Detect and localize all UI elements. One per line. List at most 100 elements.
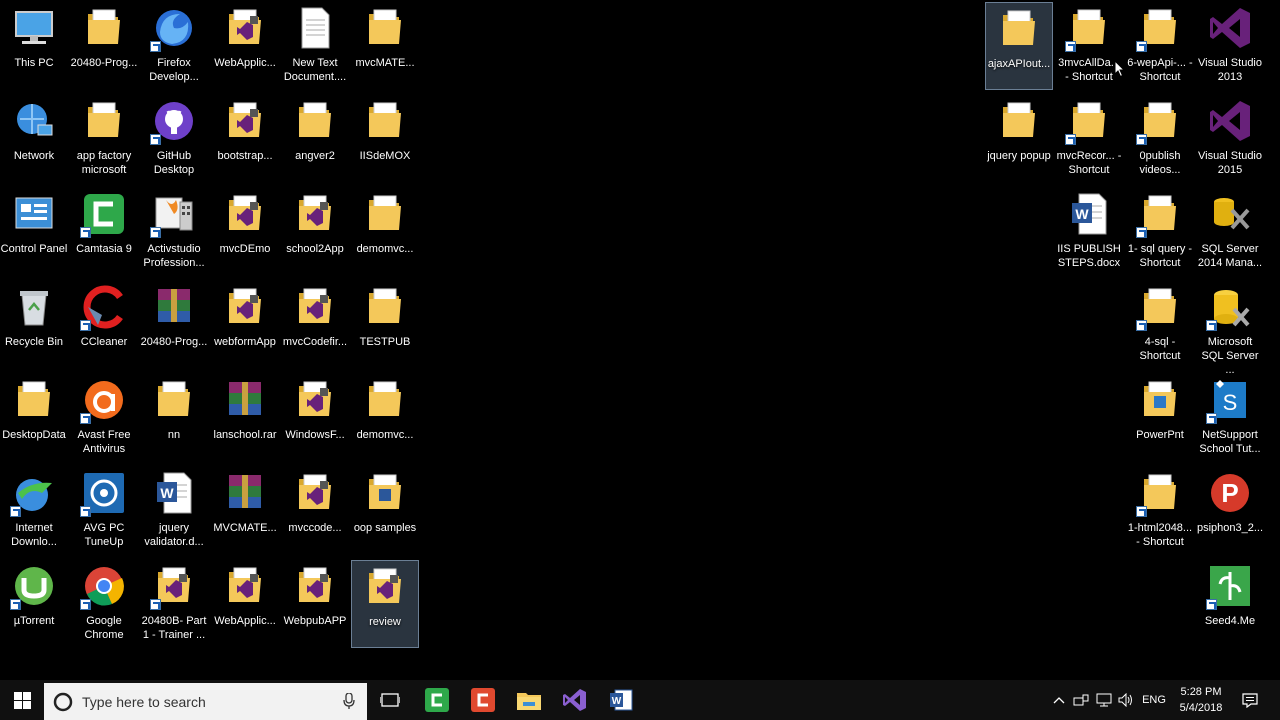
- show-hidden-icons-button[interactable]: [1050, 680, 1068, 720]
- desktop-icon-label: GitHub Desktop: [153, 150, 195, 176]
- desktop-icon[interactable]: Recycle Bin: [0, 281, 68, 369]
- clock[interactable]: 5:28 PM 5/4/2018: [1172, 680, 1230, 720]
- desktop-icon[interactable]: ajaxAPIout...: [985, 2, 1053, 90]
- desktop-icon[interactable]: review: [351, 560, 419, 648]
- desktop-icon[interactable]: 20480-Prog...: [140, 281, 208, 369]
- desktop-icon-label: WebApplic...: [214, 615, 276, 627]
- volume-tray-button[interactable]: [1115, 680, 1137, 720]
- desktop-icon[interactable]: school2App: [281, 188, 349, 276]
- desktop-icon[interactable]: 6-wepApi-... - Shortcut: [1126, 2, 1194, 90]
- desktop-icon[interactable]: WebApplic...: [211, 560, 279, 648]
- taskbar-search-input[interactable]: Type here to search: [44, 683, 367, 720]
- desktop-icon[interactable]: lanschool.rar: [211, 374, 279, 462]
- desktop-icon[interactable]: AVG PC TuneUp: [70, 467, 138, 555]
- desktop-icon[interactable]: 1-html2048... - Shortcut: [1126, 467, 1194, 555]
- desktop[interactable]: This PC 20480-Prog... Firefox Develop... …: [0, 0, 1280, 680]
- shortcut-arrow-icon: [1136, 227, 1147, 238]
- desktop-icon[interactable]: 3mvcAllDa... - Shortcut: [1055, 2, 1123, 90]
- desktop-icon[interactable]: DesktopData: [0, 374, 68, 462]
- desktop-icon[interactable]: µTorrent: [0, 560, 68, 648]
- tray-device-icon-button[interactable]: [1070, 680, 1092, 720]
- desktop-icon[interactable]: Ppsiphon3_2...: [1196, 467, 1264, 555]
- desktop-icon[interactable]: demomvc...: [351, 374, 419, 462]
- desktop-icon[interactable]: webformApp: [211, 281, 279, 369]
- taskbar-camtasia-recorder[interactable]: [460, 680, 506, 720]
- task-view-button[interactable]: [368, 680, 412, 720]
- desktop-icon[interactable]: Internet Downlo...: [0, 467, 68, 555]
- desktop-icon[interactable]: Network: [0, 95, 68, 183]
- desktop-icon-label: Control Panel: [0, 243, 68, 255]
- desktop-icon[interactable]: Firefox Develop...: [140, 2, 208, 90]
- taskbar-visual-studio[interactable]: [552, 680, 598, 720]
- desktop-icon[interactable]: mvcDEmo: [211, 188, 279, 276]
- desktop-icon[interactable]: Visual Studio 2015: [1196, 95, 1264, 183]
- desktop-icon[interactable]: Seed4.Me: [1196, 560, 1264, 648]
- desktop-icon[interactable]: mvcCodefir...: [281, 281, 349, 369]
- desktop-icon[interactable]: Visual Studio 2013: [1196, 2, 1264, 90]
- input-language-button[interactable]: ENG: [1138, 680, 1170, 720]
- desktop-icon[interactable]: WebApplic...: [211, 2, 279, 90]
- desktop-icon[interactable]: 20480-Prog...: [70, 2, 138, 90]
- shortcut-arrow-icon: [1136, 134, 1147, 145]
- desktop-icon[interactable]: W IIS PUBLISH STEPS.docx: [1055, 188, 1123, 276]
- desktop-icon-label: mvcCodefir...: [282, 336, 348, 348]
- desktop-icon[interactable]: CCleaner: [70, 281, 138, 369]
- desktop-icon[interactable]: mvcMATE...: [351, 2, 419, 90]
- network-monitor-icon: [1096, 693, 1112, 707]
- shortcut-arrow-icon: [80, 227, 91, 238]
- action-center-button[interactable]: [1236, 680, 1264, 720]
- start-button[interactable]: [0, 680, 44, 720]
- desktop-icon[interactable]: Microsoft SQL Server ...: [1196, 281, 1264, 376]
- desktop-icon[interactable]: 4-sql - Shortcut: [1126, 281, 1194, 369]
- desktop-icon[interactable]: IISdeMOX: [351, 95, 419, 183]
- desktop-icon-label: review: [369, 616, 401, 628]
- usb-device-icon: [1073, 694, 1089, 706]
- desktop-icon[interactable]: S NetSupport School Tut...: [1196, 374, 1264, 462]
- desktop-icon[interactable]: TESTPUB: [351, 281, 419, 369]
- network-tray-button[interactable]: [1093, 680, 1115, 720]
- desktop-icon[interactable]: Google Chrome: [70, 560, 138, 648]
- desktop-icon[interactable]: This PC: [0, 2, 68, 90]
- desktop-icon[interactable]: Wjquery validator.d...: [140, 467, 208, 555]
- desktop-icon[interactable]: Camtasia 9: [70, 188, 138, 276]
- desktop-icon[interactable]: 1- sql query - Shortcut: [1126, 188, 1194, 276]
- desktop-icon-label: mvccode...: [288, 522, 342, 534]
- microphone-icon[interactable]: [343, 693, 355, 710]
- vsfolder-icon: [223, 285, 267, 329]
- desktop-icon[interactable]: app factory microsoft: [70, 95, 138, 183]
- desktop-icon[interactable]: nn: [140, 374, 208, 462]
- folder-icon: [1136, 192, 1182, 238]
- desktop-icon-label: CCleaner: [80, 336, 128, 348]
- desktop-icon[interactable]: 20480B- Part 1 - Trainer ...: [140, 560, 208, 648]
- folder-icon: [82, 6, 126, 50]
- desktop-icon[interactable]: SQL Server 2014 Mana...: [1196, 188, 1264, 276]
- desktop-icon[interactable]: Activstudio Profession...: [140, 188, 208, 276]
- desktop-icon[interactable]: WindowsF...: [281, 374, 349, 462]
- shortcut-arrow-icon: [80, 506, 91, 517]
- taskbar-file-explorer[interactable]: [506, 680, 552, 720]
- desktop-icon[interactable]: GitHub Desktop: [140, 95, 208, 183]
- desktop-icon-label: Recycle Bin: [4, 336, 64, 348]
- desktop-icon[interactable]: oop samples: [351, 467, 419, 555]
- desktop-icon[interactable]: bootstrap...: [211, 95, 279, 183]
- desktop-icon[interactable]: jquery popup: [985, 95, 1053, 183]
- idm-icon: [10, 471, 56, 517]
- desktop-icon[interactable]: angver2: [281, 95, 349, 183]
- desktop-icon[interactable]: New Text Document....: [281, 2, 349, 90]
- taskbar-word[interactable]: W: [598, 680, 644, 720]
- desktop-icon[interactable]: PowerPnt: [1126, 374, 1194, 462]
- desktop-icon[interactable]: Control Panel: [0, 188, 68, 276]
- desktop-icon[interactable]: demomvc...: [351, 188, 419, 276]
- shortcut-arrow-icon: [10, 506, 21, 517]
- desktop-icon[interactable]: mvcRecor... - Shortcut: [1055, 95, 1123, 183]
- desktop-icon[interactable]: MVCMATE...: [211, 467, 279, 555]
- desktop-icon[interactable]: mvccode...: [281, 467, 349, 555]
- desktop-icon-label: 1-html2048... - Shortcut: [1127, 522, 1193, 548]
- desktop-icon[interactable]: 0publish videos...: [1126, 95, 1194, 183]
- desktop-icon[interactable]: WebpubAPP: [281, 560, 349, 648]
- desktop-icon-label: Microsoft SQL Server ...: [1201, 336, 1259, 376]
- shortcut-arrow-icon: [80, 413, 91, 424]
- taskbar-camtasia-studio[interactable]: [414, 680, 460, 720]
- desktop-icon-label: MVCMATE...: [213, 522, 277, 534]
- desktop-icon[interactable]: Avast Free Antivirus: [70, 374, 138, 462]
